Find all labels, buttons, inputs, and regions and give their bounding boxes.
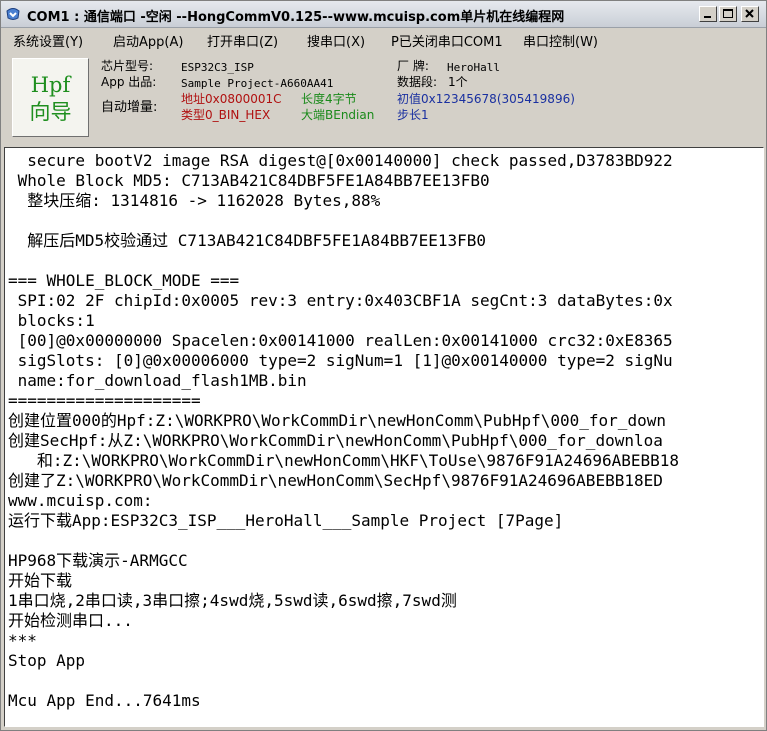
console-line: 1串口烧,2串口读,3串口擦;4swd烧,5swd读,6swd擦,7swd测 xyxy=(8,591,457,610)
endian-value: 大端BEndian xyxy=(301,108,375,122)
console-line: 开始检测串口... xyxy=(8,611,133,630)
auto-increment-label: 自动增量: xyxy=(101,100,158,115)
console-line: blocks:1 xyxy=(8,311,95,330)
close-button[interactable] xyxy=(741,6,759,22)
console-line: 解压后MD5校验通过 C713AB421C84DBF5FE1A84BB7EE13… xyxy=(8,231,487,250)
menu-search-port[interactable]: 搜串口(X) xyxy=(307,31,365,50)
console-line: === WHOLE_BLOCK_MODE === xyxy=(8,271,240,290)
hpf-wizard-label: 向导 xyxy=(29,100,72,124)
length-value: 长度4字节 xyxy=(301,92,357,106)
console-line: 创建SecHpf:从Z:\WORKPRO\WorkCommDir\newHonC… xyxy=(8,431,663,450)
console-line: SPI:02 2F chipId:0x0005 rev:3 entry:0x40… xyxy=(8,291,673,310)
console-line: sigSlots: [0]@0x00006000 type=2 sigNum=1… xyxy=(8,351,673,370)
chip-label: 芯片型号: xyxy=(101,59,154,73)
console-line: 创建了Z:\WORKPRO\WorkCommDir\newHonComm\Sec… xyxy=(8,471,663,490)
console-line: *** xyxy=(8,631,37,650)
vendor-label: 厂 牌: xyxy=(397,59,429,73)
segments-label: 数据段: xyxy=(397,75,438,89)
console-line: Whole Block MD5: C713AB421C84DBF5FE1A84B… xyxy=(8,171,490,190)
hpf-wizard-button[interactable]: Hpf 向导 xyxy=(12,58,89,137)
vendor-value: HeroHall xyxy=(447,61,500,74)
minimize-icon xyxy=(704,16,711,18)
menu-bar: 系统设置(Y) 启动App(A) 打开串口(Z) 搜串口(X) P已关闭串口CO… xyxy=(1,28,766,50)
console-line: 整块压缩: 1314816 -> 1162028 Bytes,88% xyxy=(8,191,381,210)
console-line: 和:Z:\WORKPRO\WorkCommDir\newHonComm\HKF\… xyxy=(8,451,680,470)
menu-open-port[interactable]: 打开串口(Z) xyxy=(207,31,278,50)
console-line: HP968下载演示-ARMGCC xyxy=(8,551,188,570)
console-line: Stop App xyxy=(8,651,86,670)
hpf-label: Hpf xyxy=(30,73,71,97)
console-line: secure bootV2 image RSA digest@[0x001400… xyxy=(8,151,673,170)
type-value: 类型0_BIN_HEX xyxy=(181,108,271,122)
console-line: 创建位置000的Hpf:Z:\WORKPRO\WorkCommDir\newHo… xyxy=(8,411,666,430)
app-window: COM1 : 通信端口 -空闲 --HongCommV0.125--www.mc… xyxy=(0,0,767,731)
menu-start-app[interactable]: 启动App(A) xyxy=(113,31,183,50)
console-line: name:for_download_flash1MB.bin xyxy=(8,371,307,390)
close-icon xyxy=(745,9,754,18)
initial-value: 初值0x12345678(305419896) xyxy=(397,92,575,106)
app-value: Sample Project-A660AA41 xyxy=(181,77,334,90)
console-line: ==================== xyxy=(8,391,201,410)
title-bar[interactable]: COM1 : 通信端口 -空闲 --HongCommV0.125--www.mc… xyxy=(1,1,766,28)
step-value: 步长1 xyxy=(397,108,429,122)
maximize-button[interactable] xyxy=(719,6,737,22)
console-line: www.mcuisp.com: xyxy=(8,491,153,510)
segments-value: 1个 xyxy=(448,75,468,89)
console-line: [00]@0x00000000 Spacelen:0x00141000 real… xyxy=(8,331,673,350)
app-icon xyxy=(5,6,21,22)
app-label: App 出品: xyxy=(101,75,157,89)
minimize-button[interactable] xyxy=(699,6,717,22)
console-line: Mcu App End...7641ms xyxy=(8,691,201,710)
maximize-icon xyxy=(723,9,733,18)
console-line: 运行下载App:ESP32C3_ISP___HeroHall___Sample … xyxy=(8,511,564,530)
window-title: COM1 : 通信端口 -空闲 --HongCommV0.125--www.mc… xyxy=(27,10,565,25)
menu-system-settings[interactable]: 系统设置(Y) xyxy=(13,31,83,50)
info-panel: Hpf 向导 芯片型号: ESP32C3_ISP 厂 牌: HeroHall A… xyxy=(1,50,766,147)
console-output[interactable]: secure bootV2 image RSA digest@[0x001400… xyxy=(4,147,764,727)
chip-value: ESP32C3_ISP xyxy=(181,61,254,74)
address-value: 地址0x0800001C xyxy=(181,92,282,106)
menu-port-status[interactable]: P已关闭串口COM1 xyxy=(391,31,503,50)
console-line: 开始下载 xyxy=(8,571,73,590)
menu-port-control[interactable]: 串口控制(W) xyxy=(523,31,598,50)
